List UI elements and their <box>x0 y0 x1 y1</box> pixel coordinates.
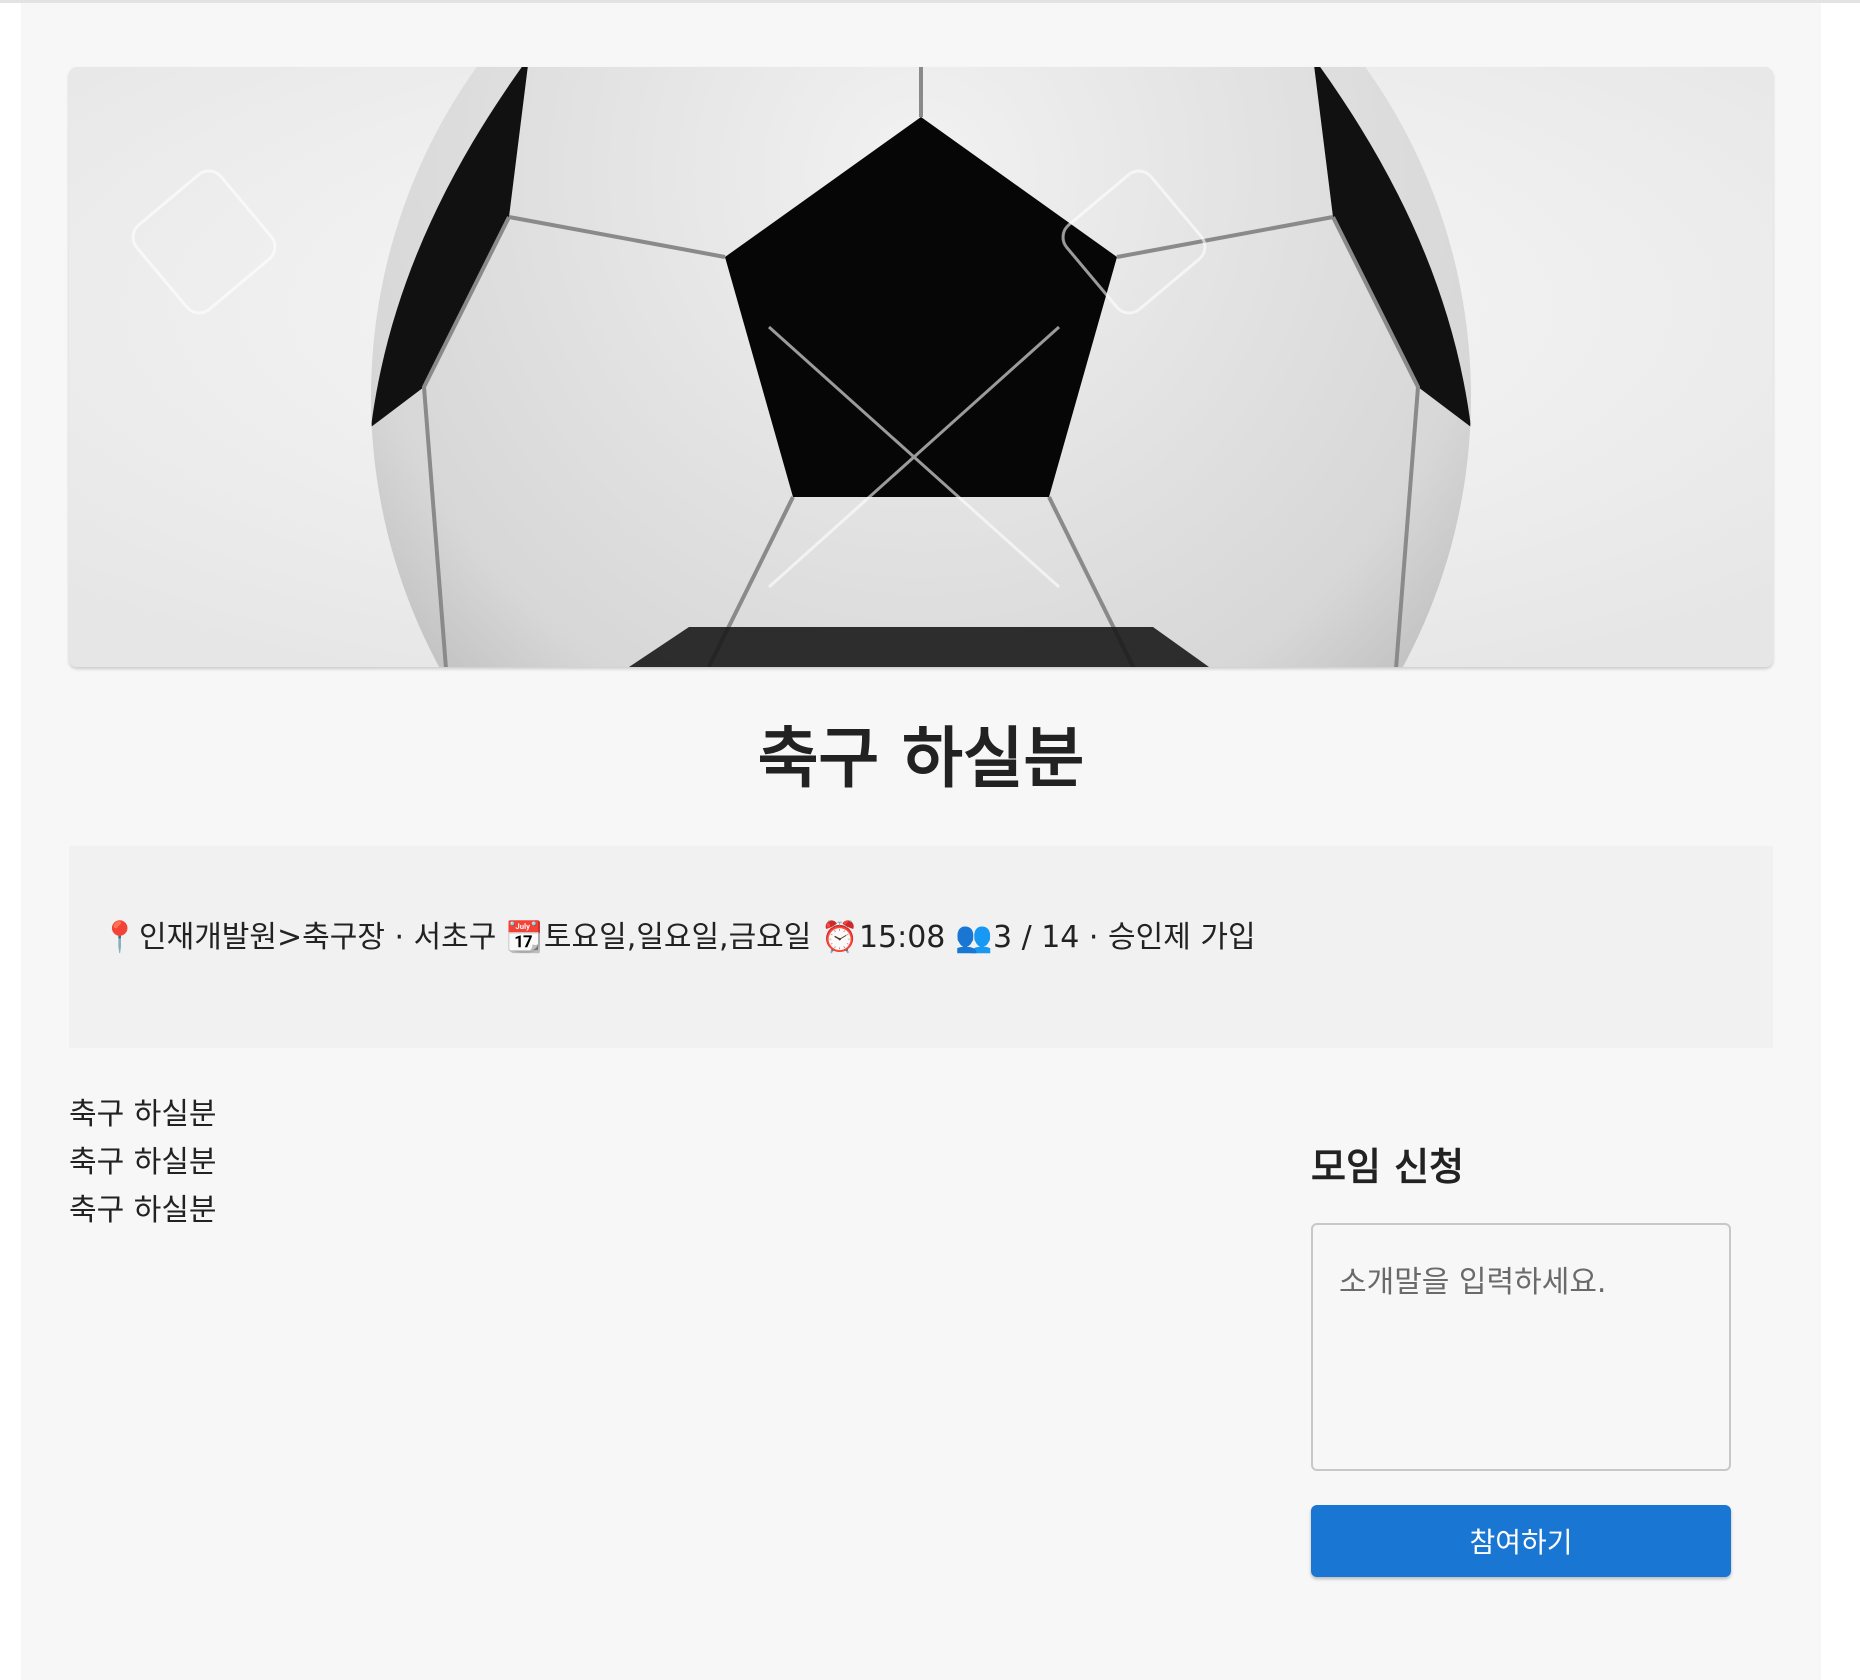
meeting-detail-page: 축구 하실분 📍인재개발원>축구장 · 서초구 📆토요일,일요일,금요일 ⏰15… <box>21 3 1821 1680</box>
meeting-description: 축구 하실분 축구 하실분 축구 하실분 <box>69 1091 217 1235</box>
meeting-title: 축구 하실분 <box>757 720 1085 797</box>
location-pin-icon: 📍 <box>101 920 139 955</box>
hero-image <box>69 67 1773 667</box>
description-line: 축구 하실분 <box>69 1145 217 1180</box>
alarm-clock-icon: ⏰ <box>820 920 859 955</box>
description-line: 축구 하실분 <box>69 1097 217 1132</box>
calendar-icon: 📆 <box>505 920 544 955</box>
meeting-info-line: 📍인재개발원>축구장 · 서초구 📆토요일,일요일,금요일 ⏰15:08 👥3 … <box>101 918 1256 958</box>
meeting-info-box: 📍인재개발원>축구장 · 서초구 📆토요일,일요일,금요일 ⏰15:08 👥3 … <box>69 846 1773 1048</box>
meeting-days: 토요일,일요일,금요일 <box>543 920 812 955</box>
meeting-time: 15:08 <box>858 920 946 955</box>
description-line: 축구 하실분 <box>69 1193 217 1228</box>
members-icon: 👥 <box>954 920 993 955</box>
intro-message-input[interactable] <box>1311 1223 1731 1471</box>
soccer-ball-image <box>69 67 1773 667</box>
join-button[interactable]: 참여하기 <box>1311 1505 1731 1577</box>
apply-section-title: 모임 신청 <box>1311 1145 1465 1189</box>
meeting-location: 인재개발원>축구장 · 서초구 <box>139 920 497 955</box>
meeting-members: 3 / 14 · 승인제 가입 <box>992 920 1256 955</box>
